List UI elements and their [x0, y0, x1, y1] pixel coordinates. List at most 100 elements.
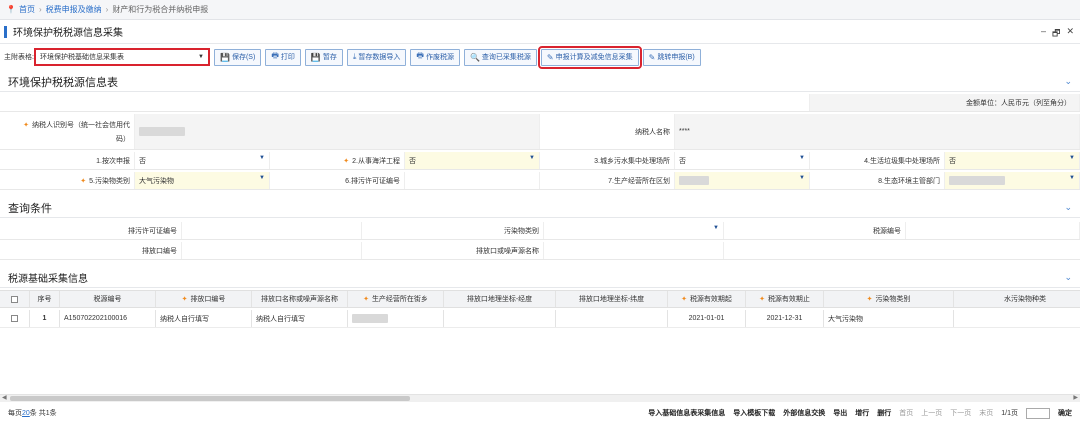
f2-select[interactable]: 否 ▼: [405, 152, 540, 169]
save-button[interactable]: 💾 保存(S): [214, 48, 262, 66]
print-button-label: 打印: [280, 54, 295, 61]
add-row-button[interactable]: 增行: [855, 408, 869, 418]
page-number-input[interactable]: [1026, 407, 1050, 419]
f5-select[interactable]: 大气污染物 ▼: [135, 172, 270, 189]
cell-lat[interactable]: [556, 310, 668, 327]
cell-lon[interactable]: [444, 310, 556, 327]
taxpayer-name-label: 纳税人名称: [540, 114, 675, 149]
chevron-down-icon[interactable]: ⌄: [1064, 76, 1072, 87]
save-icon: 💾: [310, 52, 321, 62]
pager-actions: 导入基础信息表采集信息 导入模板下载 外部信息交换 导出 增行 删行 首页 上一…: [648, 407, 1072, 419]
query-collected-button[interactable]: 🔍 查询已采集税源: [463, 48, 537, 66]
required-star-icon: ✦: [80, 177, 87, 185]
page-title: 环境保护税税源信息采集: [13, 28, 123, 39]
fields-row-2: ✦ 5.污染物类别 大气污染物 ▼ 6.排污许可证编号 7.生产经营所在区划 ▼ 8…: [0, 172, 1080, 190]
last-page-button[interactable]: 末页: [979, 408, 993, 418]
next-page-button[interactable]: 下一页: [950, 408, 971, 418]
jump-declare-button[interactable]: ✎ 跳转申报(B): [642, 48, 701, 66]
row-checkbox[interactable]: [0, 310, 30, 327]
minimize-icon[interactable]: –: [1041, 26, 1046, 42]
select-all-checkbox[interactable]: [0, 291, 30, 307]
title-accent: [4, 25, 7, 38]
col-lat[interactable]: 排放口地理坐标-纬度: [556, 291, 668, 307]
export-button[interactable]: 导出: [833, 408, 847, 418]
location-icon: 📍: [6, 5, 16, 14]
scroll-right-icon[interactable]: ▶: [1073, 394, 1078, 401]
pollutant-label: 污染物类别: [362, 222, 544, 239]
f7-label: 7.生产经营所在区划: [540, 172, 675, 189]
cell-outlet-name[interactable]: 纳税人自行填写: [252, 310, 348, 327]
pollutant-select[interactable]: ▼: [544, 222, 724, 239]
col-valid-from[interactable]: ✦ 税源有效期起: [668, 291, 746, 307]
scroll-left-icon[interactable]: ◀: [2, 394, 7, 401]
col-street[interactable]: ✦ 生产经营所在街乡: [348, 291, 444, 307]
chevron-down-icon[interactable]: ⌄: [1064, 272, 1072, 283]
col-pollutant[interactable]: ✦ 污染物类别: [824, 291, 954, 307]
restore-icon[interactable]: 🗗: [1052, 26, 1060, 42]
f7-select[interactable]: ▼: [675, 172, 810, 189]
col-seq[interactable]: 序号: [30, 291, 60, 307]
section-grid-title: 税源基础采集信息: [8, 274, 88, 285]
confirm-page-button[interactable]: 确定: [1058, 408, 1072, 418]
outlet-name-input[interactable]: [544, 242, 724, 259]
external-exchange-button[interactable]: 外部信息交换: [783, 408, 825, 418]
cell-water[interactable]: [954, 310, 1080, 327]
outlet-no-label: 排放口编号: [0, 242, 182, 259]
fields-row-1: 1.按次申报 否 ▼ ✦ 2.从事海洋工程 否 ▼ 3.城乡污水集中处理场所 否 ▼ 4…: [0, 152, 1080, 170]
col-outlet-no[interactable]: ✦ 排放口编号: [156, 291, 252, 307]
f4-select[interactable]: 否 ▼: [945, 152, 1080, 169]
f1-select[interactable]: 否 ▼: [135, 152, 270, 169]
delete-row-button[interactable]: 删行: [877, 408, 891, 418]
required-star-icon: ✦: [23, 121, 29, 129]
jump-declare-button-label: 跳转申报(B): [657, 54, 695, 61]
caret-down-icon: ▼: [799, 155, 805, 161]
grid-header: 序号 税源编号 ✦ 排放口编号 排放口名称或噪声源名称 ✦ 生产经营所在街乡 排放口…: [0, 290, 1080, 308]
col-outlet-name[interactable]: 排放口名称或噪声源名称: [252, 291, 348, 307]
scrollbar-thumb[interactable]: [10, 396, 410, 401]
toolbar: 主附表格: 环境保护税基础信息采集表 ▼ 💾 保存(S) 🖶 打印 💾 暂存 ⤓ 暂存数…: [0, 44, 1080, 70]
page-size-link[interactable]: 20: [22, 410, 30, 417]
breadcrumb-level1[interactable]: 税费申报及缴纳: [46, 4, 102, 15]
caret-down-icon: ▼: [529, 155, 535, 161]
import-temp-button[interactable]: ⤓ 暂存数据导入: [346, 48, 407, 66]
f4-label: 4.生活垃圾集中处理场所: [810, 152, 945, 169]
temp-save-button[interactable]: 💾 暂存: [304, 48, 343, 66]
horizontal-scrollbar[interactable]: ◀ ▶: [0, 394, 1080, 402]
main-table-select[interactable]: 环境保护税基础信息采集表 ▼: [34, 48, 210, 66]
save-icon: 💾: [220, 52, 230, 62]
first-page-button[interactable]: 首页: [899, 408, 913, 418]
calc-collect-button[interactable]: ✎ 申报计算及减免信息采集: [537, 45, 642, 69]
cell-valid-from[interactable]: 2021-01-01: [668, 310, 746, 327]
cell-valid-to[interactable]: 2021-12-31: [746, 310, 824, 327]
page-size-info: 每页20条 共1条: [8, 410, 57, 417]
col-water[interactable]: 水污染物种类: [954, 291, 1080, 307]
col-source-no[interactable]: 税源编号: [60, 291, 156, 307]
edit-icon: ✎: [546, 52, 554, 62]
void-source-button[interactable]: 🖶 作废税源: [410, 48, 460, 66]
cell-pollutant[interactable]: 大气污染物: [824, 310, 954, 327]
import-icon: ⤓: [352, 52, 357, 61]
cell-outlet-no[interactable]: 纳税人自行填写: [156, 310, 252, 327]
breadcrumb: 📍 首页 › 税费申报及缴纳 › 财产和行为税合并纳税申报: [0, 0, 1080, 20]
chevron-down-icon[interactable]: ⌄: [1064, 202, 1072, 213]
print-button[interactable]: 🖶 打印: [265, 48, 301, 66]
source-no-input[interactable]: [906, 222, 1080, 239]
permit-input[interactable]: [182, 222, 362, 239]
f3-select[interactable]: 否 ▼: [675, 152, 810, 169]
table-row[interactable]: 1 A150702202100016 纳税人自行填写 纳税人自行填写 2021-…: [0, 310, 1080, 328]
breadcrumb-home[interactable]: 首页: [19, 4, 35, 15]
col-lon[interactable]: 排放口地理坐标-经度: [444, 291, 556, 307]
import-template-button[interactable]: 导入模板下载: [733, 408, 775, 418]
outlet-no-input[interactable]: [182, 242, 362, 259]
import-basic-button[interactable]: 导入基础信息表采集信息: [648, 408, 725, 418]
col-valid-to[interactable]: ✦ 税源有效期止: [746, 291, 824, 307]
f8-select[interactable]: ▼: [945, 172, 1080, 189]
void-source-button-label: 作废税源: [425, 54, 454, 61]
f6-input[interactable]: [405, 172, 540, 189]
f5-label: ✦ 5.污染物类别: [0, 172, 135, 189]
redacted-block: [679, 176, 709, 185]
cell-street[interactable]: [348, 310, 444, 327]
prev-page-button[interactable]: 上一页: [921, 408, 942, 418]
source-no-label: 税源编号: [724, 222, 906, 239]
close-icon[interactable]: ✕: [1066, 26, 1074, 42]
